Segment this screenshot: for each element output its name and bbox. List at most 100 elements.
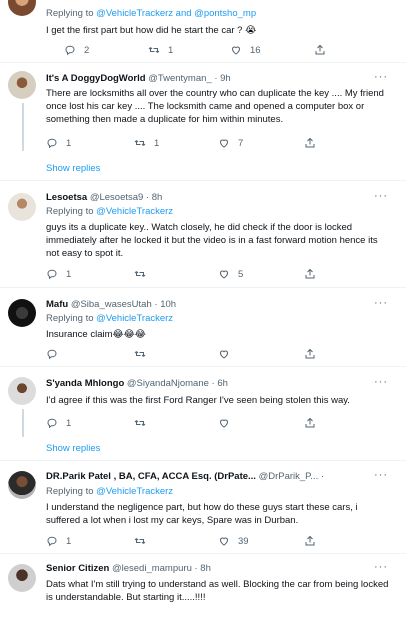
tweet-actions (46, 348, 376, 362)
like-count: 39 (238, 535, 249, 547)
retweet-button[interactable]: 1 (148, 44, 173, 56)
display-name[interactable]: DR.Parik Patel , BA, CFA, ACCA Esq. (DrP… (46, 471, 256, 482)
handle-time[interactable]: @Twentyman_ · 9h (148, 73, 231, 84)
avatar[interactable] (8, 471, 36, 499)
like-button[interactable]: 16 (230, 44, 261, 56)
like-count: 16 (250, 44, 261, 56)
show-replies-link[interactable]: Show replies (46, 443, 100, 454)
replying-to-handle[interactable]: @VehicleTrackerz (96, 206, 173, 217)
retweet-button[interactable]: 1 (134, 137, 159, 149)
more-icon[interactable]: ··· (374, 561, 388, 573)
handle-time[interactable]: @DrParik_P... · 12h (259, 471, 326, 482)
share-icon (305, 348, 315, 359)
handle-time[interactable]: @SiyandaNjomane · 6h (127, 378, 228, 389)
retweet-icon (134, 271, 146, 277)
tweet-3[interactable]: Mafu @Siba_wasesUtah · 10h ··· Replying … (0, 288, 406, 366)
show-replies-link[interactable]: Show replies (46, 163, 100, 174)
replying-to: Replying to @VehicleTrackerz (46, 206, 173, 218)
avatar[interactable] (8, 71, 36, 99)
tweet-actions: 2 1 16 (46, 44, 376, 58)
like-button[interactable] (218, 348, 238, 360)
display-name[interactable]: S'yanda Mhlongo (46, 378, 124, 389)
retweet-count: 1 (154, 137, 160, 149)
thread-line (22, 409, 24, 437)
tweet-text: Insurance claim😂😂😂 (46, 329, 146, 340)
reply-count: 1 (66, 268, 72, 280)
share-button[interactable] (314, 44, 326, 56)
reply-button[interactable]: 1 (46, 268, 71, 280)
retweet-icon (148, 47, 160, 53)
tweet-header: DR.Parik Patel , BA, CFA, ACCA Esq. (DrP… (46, 471, 326, 483)
handle-time[interactable]: @Siba_wasesUtah · 10h (71, 299, 176, 310)
reply-button[interactable]: 1 (46, 535, 71, 547)
handle-time[interactable]: @lesedi_mampuru · 8h (112, 563, 211, 574)
avatar[interactable] (8, 193, 36, 221)
heart-icon (219, 537, 229, 546)
share-icon (305, 137, 315, 148)
tweet-1[interactable]: It's A DoggyDogWorld @Twentyman_ · 9h ··… (0, 63, 406, 181)
share-icon (305, 268, 315, 279)
share-button[interactable] (304, 268, 316, 280)
share-button[interactable] (304, 348, 316, 360)
reply-button[interactable]: 1 (46, 417, 71, 429)
share-icon (305, 535, 315, 546)
share-button[interactable] (304, 535, 316, 547)
more-icon[interactable]: ··· (374, 469, 388, 481)
avatar[interactable] (8, 0, 36, 16)
like-button[interactable]: 7 (218, 137, 243, 149)
reply-icon (47, 418, 57, 429)
share-button[interactable] (304, 417, 316, 429)
tweet-header: Lesoetsa @Lesoetsa9 · 8h (46, 192, 398, 204)
like-button[interactable]: 39 (218, 535, 249, 547)
more-icon[interactable]: ··· (374, 71, 388, 83)
more-icon[interactable]: ··· (374, 297, 388, 309)
display-name[interactable]: It's A DoggyDogWorld (46, 73, 146, 84)
reply-button[interactable]: 1 (46, 137, 71, 149)
handle-time[interactable]: @Lesoetsa9 · 8h (90, 192, 163, 203)
replying-to-handle[interactable]: @VehicleTrackerz (96, 486, 173, 497)
tweet-2[interactable]: Lesoetsa @Lesoetsa9 · 8h ··· Replying to… (0, 181, 406, 287)
like-button[interactable] (218, 417, 238, 429)
reply-count: 1 (66, 535, 72, 547)
heart-icon (219, 270, 229, 279)
retweet-button[interactable] (134, 348, 154, 360)
tweet-actions: 1 (46, 417, 376, 431)
tweet-6[interactable]: Senior Citizen @lesedi_mampuru · 8h ··· … (0, 554, 406, 624)
like-button[interactable]: 5 (218, 268, 243, 280)
avatar[interactable] (8, 377, 36, 405)
retweet-icon (134, 140, 146, 146)
reply-button[interactable]: 2 (64, 44, 89, 56)
display-name[interactable]: Senior Citizen (46, 563, 109, 574)
display-name[interactable]: Mafu (46, 299, 68, 310)
avatar[interactable] (8, 299, 36, 327)
share-icon (315, 44, 325, 55)
reply-count: 1 (66, 417, 72, 429)
tweet-text: I get the first part but how did he star… (46, 25, 257, 36)
retweet-button[interactable] (134, 268, 154, 280)
heart-icon (219, 419, 229, 428)
share-button[interactable] (304, 137, 316, 149)
tweet-header: Senior Citizen @lesedi_mampuru · 8h (46, 563, 398, 575)
tweet-text: I'd agree if this was the first Ford Ran… (46, 395, 350, 406)
replying-to-label: Replying to (46, 206, 97, 217)
tweet-actions: 1 39 (46, 535, 376, 549)
more-icon[interactable]: ··· (374, 376, 388, 388)
reply-icon (47, 349, 57, 360)
tweet-5[interactable]: DR.Parik Patel , BA, CFA, ACCA Esq. (DrP… (0, 461, 406, 553)
reply-icon (47, 269, 57, 280)
avatar[interactable] (8, 564, 36, 592)
retweet-button[interactable] (134, 535, 154, 547)
like-count: 5 (238, 268, 244, 280)
display-name[interactable]: Lesoetsa (46, 192, 87, 203)
replying-to-handle[interactable]: @VehicleTrackerz (96, 313, 173, 324)
share-icon (305, 417, 315, 428)
tweet-4[interactable]: S'yanda Mhlongo @SiyandaNjomane · 6h ···… (0, 367, 406, 461)
retweet-button[interactable] (134, 417, 154, 429)
replying-to-handle[interactable]: @VehicleTrackerz and @pontsho_mp (96, 8, 256, 19)
more-icon[interactable]: ··· (374, 190, 388, 202)
reply-icon (65, 45, 75, 56)
replying-to-label: Replying to (46, 8, 97, 19)
reply-button[interactable] (46, 348, 66, 360)
tweet-text: guys its a duplicate key.. Watch closely… (46, 222, 378, 259)
tweet-0[interactable]: Replying to @VehicleTrackerz and @pontsh… (0, 0, 406, 60)
